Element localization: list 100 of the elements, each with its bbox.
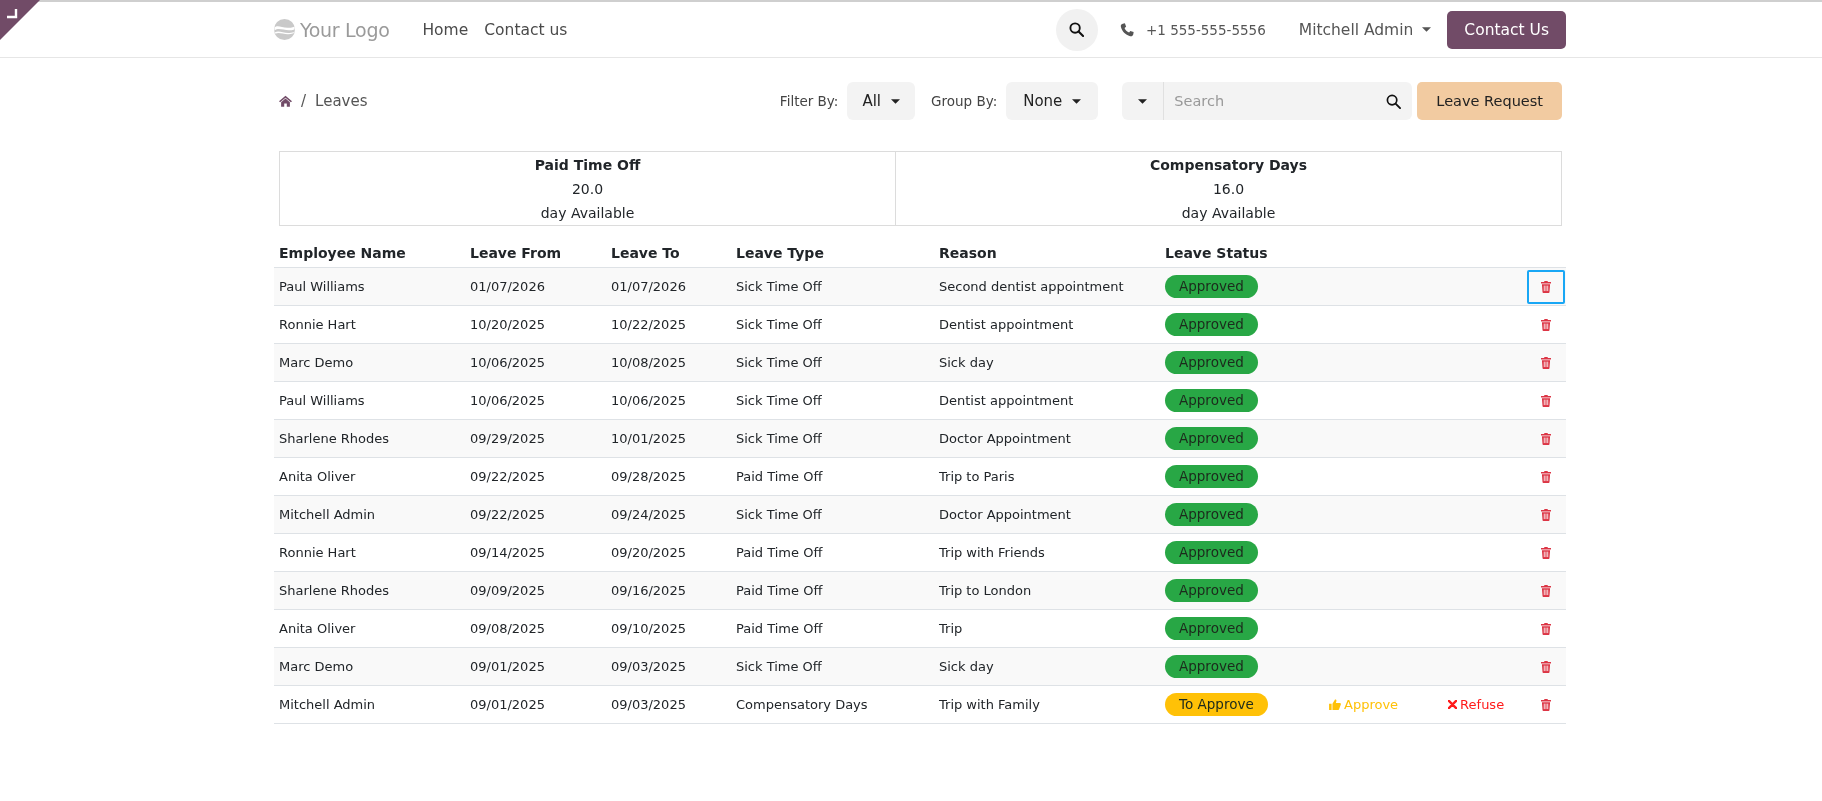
nav-link[interactable]: Contact us — [484, 20, 568, 39]
table-cell-text: Sick Time Off — [735, 507, 823, 522]
table-cell-text: Paul Williams — [278, 279, 366, 294]
allocation-name: Paid Time Off — [534, 156, 641, 175]
table-cell-text: Doctor Appointment — [938, 431, 1072, 446]
nav-link[interactable]: Home — [422, 20, 469, 39]
table-cell-text: Sick day — [938, 355, 995, 370]
search-field[interactable]: Search — [1163, 82, 1375, 120]
status-badge: Approved — [1165, 351, 1258, 374]
table-cell-text: 09/10/2025 — [610, 621, 687, 636]
table-cell-text: 09/22/2025 — [469, 507, 546, 522]
table-cell-text: 09/03/2025 — [610, 697, 687, 712]
allocation-amount: 20.0 — [571, 180, 604, 199]
table-cell-text: 09/24/2025 — [610, 507, 687, 522]
table-cell-text: Ronnie Hart — [278, 317, 357, 332]
status-badge: Approved — [1165, 617, 1258, 640]
status-badge: Approved — [1165, 579, 1258, 602]
status-badge: Approved — [1165, 541, 1258, 564]
table-cell-text: Marc Demo — [278, 355, 355, 370]
trash-icon — [1540, 584, 1551, 597]
filter-label: Filter By: — [779, 93, 839, 109]
breadcrumb-current: Leaves — [315, 92, 368, 110]
table-cell-text: 10/08/2025 — [610, 355, 687, 370]
table-cell-text: 10/22/2025 — [610, 317, 687, 332]
phone-link[interactable]: +1 555-555-5556 — [1119, 21, 1266, 38]
trash-icon — [1540, 280, 1551, 293]
user-menu[interactable]: Mitchell Admin — [1298, 20, 1432, 39]
filter-dropdown[interactable]: All — [847, 82, 915, 120]
table-cell-text: Sick Time Off — [735, 393, 823, 408]
table-cell-text: Sick Time Off — [735, 355, 823, 370]
phone-icon — [1119, 22, 1134, 37]
logo-icon — [274, 19, 295, 40]
table-cell-text: 09/14/2025 — [469, 545, 546, 560]
contact-us-button[interactable]: Contact Us — [1447, 10, 1566, 49]
table-cell-text: Trip — [938, 621, 964, 636]
table-cell-text: Trip with Family — [938, 697, 1041, 712]
table-cell-text: 09/08/2025 — [469, 621, 546, 636]
leave-request-button[interactable]: Leave Request — [1417, 82, 1562, 120]
status-badge: Approved — [1165, 465, 1258, 488]
table-cell-text: Mitchell Admin — [278, 697, 377, 712]
column-header: Leave Status — [1164, 244, 1269, 261]
table-cell-text: Sharlene Rhodes — [278, 431, 391, 446]
table-cell-text: 10/06/2025 — [469, 355, 546, 370]
table-cell-text: Mitchell Admin — [278, 507, 377, 522]
column-header: Reason — [938, 244, 998, 261]
table-cell-text: Sick Time Off — [735, 279, 823, 294]
table-cell-text: Trip with Friends — [938, 545, 1046, 560]
allocation-name: Compensatory Days — [1149, 156, 1308, 175]
table-cell-text: Sick Time Off — [735, 659, 823, 674]
caret-icon — [1072, 98, 1082, 104]
table-cell-text: 10/06/2025 — [469, 393, 546, 408]
table-cell-text: Paid Time Off — [735, 469, 824, 484]
table-cell-text: 09/16/2025 — [610, 583, 687, 598]
status-badge: To Approve — [1165, 693, 1268, 716]
status-badge: Approved — [1165, 275, 1258, 298]
trash-icon — [1540, 660, 1551, 673]
cross-icon — [1448, 700, 1458, 709]
column-header: Leave From — [469, 244, 563, 261]
table-cell-text: 09/09/2025 — [469, 583, 546, 598]
table-cell-text: 10/20/2025 — [469, 317, 546, 332]
status-badge: Approved — [1165, 655, 1258, 678]
trash-icon — [1540, 546, 1551, 559]
trash-icon — [1540, 432, 1551, 445]
table-cell-text: Anita Oliver — [278, 621, 357, 636]
trash-icon — [1540, 508, 1551, 521]
caret-icon — [891, 98, 900, 104]
allocation-amount: 16.0 — [1212, 180, 1245, 199]
table-cell-text: Dentist appointment — [938, 393, 1075, 408]
table-cell-text: Anita Oliver — [278, 469, 357, 484]
table-cell-text: Sick Time Off — [735, 431, 823, 446]
table-cell-text: 09/28/2025 — [610, 469, 687, 484]
table-cell-text: Sick Time Off — [735, 317, 823, 332]
table-cell-text: Trip to London — [938, 583, 1033, 598]
group-label: Group By: — [931, 93, 998, 109]
refuse-link[interactable]: Refuse — [1448, 697, 1505, 712]
table-cell-text: Doctor Appointment — [938, 507, 1072, 522]
table-cell-text: Trip to Paris — [938, 469, 1016, 484]
trash-icon — [1540, 318, 1551, 331]
table-cell-text: 09/01/2025 — [469, 659, 546, 674]
home-icon[interactable] — [279, 95, 292, 107]
table-cell-text: Paid Time Off — [735, 621, 824, 636]
search-submit-button[interactable] — [1374, 82, 1413, 120]
table-cell-text: 09/29/2025 — [469, 431, 546, 446]
corner-tab-icon[interactable] — [0, 0, 40, 40]
table-cell-text: Marc Demo — [278, 659, 355, 674]
table-cell-text: 01/07/2026 — [610, 279, 687, 294]
table-cell-text: 01/07/2026 — [469, 279, 546, 294]
table-cell-text: 10/01/2025 — [610, 431, 687, 446]
table-cell-text: Paid Time Off — [735, 583, 824, 598]
table-cell-text: 09/22/2025 — [469, 469, 546, 484]
status-badge: Approved — [1165, 427, 1258, 450]
group-dropdown[interactable]: None — [1006, 82, 1099, 120]
table-cell-text: Dentist appointment — [938, 317, 1075, 332]
status-badge: Approved — [1165, 389, 1258, 412]
delete-button[interactable] — [1526, 269, 1565, 304]
table-cell-text: 10/06/2025 — [610, 393, 687, 408]
column-header: Employee Name — [278, 244, 407, 261]
column-header: Leave To — [610, 244, 681, 261]
table-cell-text: 09/03/2025 — [610, 659, 687, 674]
status-badge: Approved — [1165, 503, 1258, 526]
